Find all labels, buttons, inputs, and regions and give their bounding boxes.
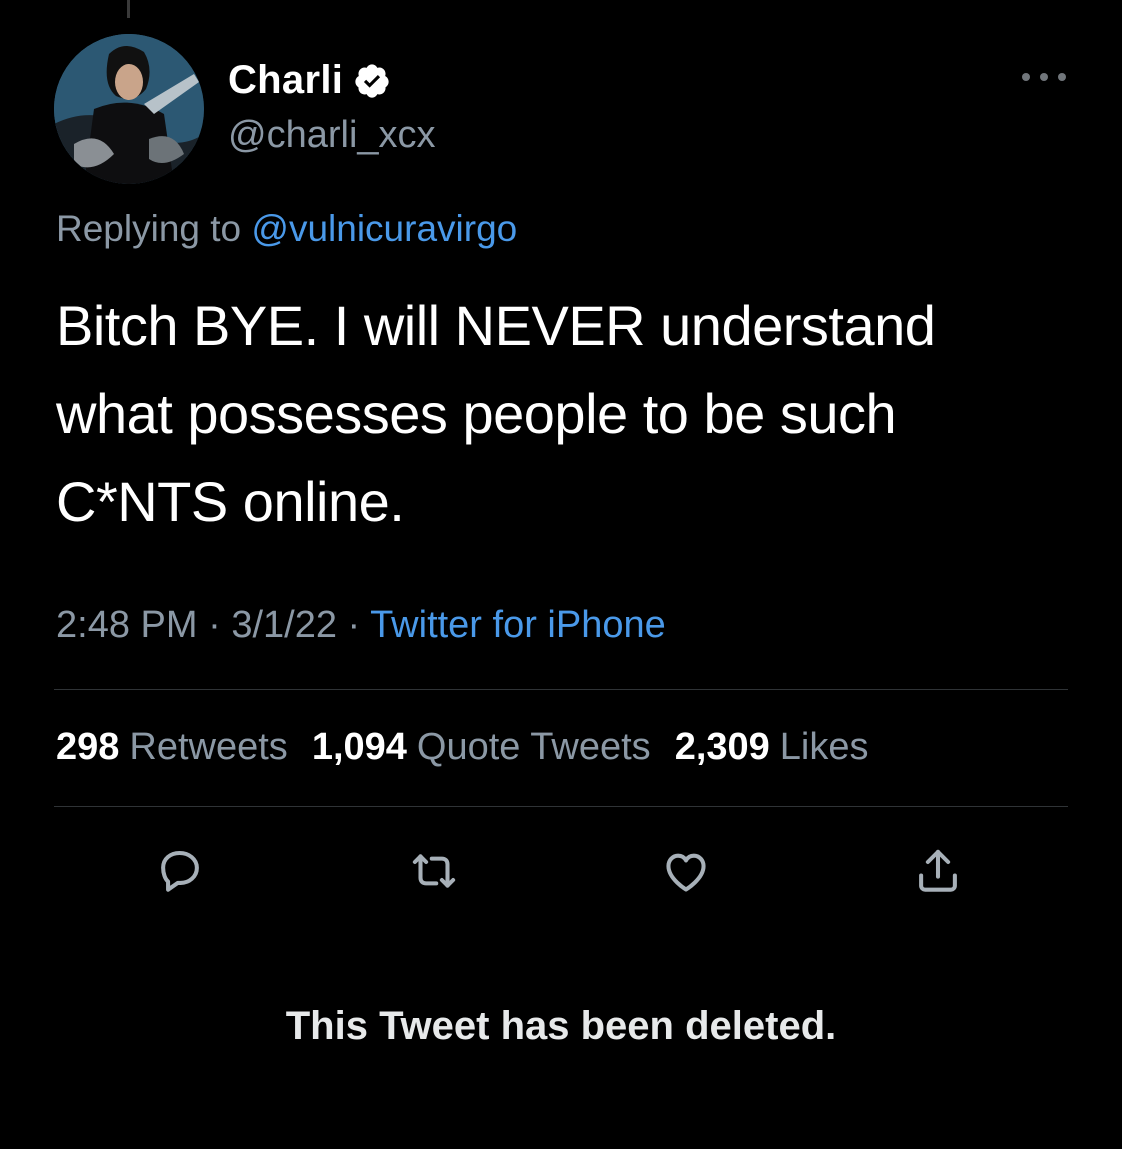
tweet-meta: 2:48 PM · 3/1/22 · Twitter for iPhone (56, 604, 666, 647)
meta-separator: · (347, 604, 361, 646)
tweet-time[interactable]: 2:48 PM (56, 604, 198, 646)
meta-separator: · (208, 604, 221, 646)
quote-tweets-stat[interactable]: 1,094 Quote Tweets (312, 726, 651, 769)
verified-badge-icon (353, 62, 391, 100)
retweets-count: 298 (56, 726, 120, 768)
tweet-body-text: Bitch BYE. I will NEVER understand what … (56, 294, 936, 533)
tweet-date[interactable]: 3/1/22 (231, 604, 337, 646)
tweet-deleted-notice: This Tweet has been deleted. (285, 1004, 837, 1048)
more-dot (1022, 73, 1030, 81)
likes-stat[interactable]: 2,309 Likes (675, 726, 869, 769)
author-display-name[interactable]: Charli (228, 58, 343, 103)
avatar-image (54, 34, 204, 184)
divider (54, 689, 1068, 690)
share-upload-icon (919, 849, 957, 892)
replying-to-prefix: Replying to (56, 208, 242, 249)
author-name-row[interactable]: Charli (228, 58, 391, 103)
quote-tweets-count: 1,094 (311, 726, 407, 768)
retweets-stat[interactable]: 298 Retweets (56, 726, 288, 769)
more-dot (1040, 73, 1048, 81)
avatar[interactable] (54, 34, 204, 184)
share-button[interactable] (910, 843, 966, 899)
quote-tweets-label: Quote Tweets (416, 726, 651, 768)
like-button[interactable] (658, 843, 714, 899)
tweet-source-link[interactable]: Twitter for iPhone (370, 604, 666, 646)
reply-bubble-icon (161, 850, 199, 892)
tweet-actions-bar (0, 843, 1122, 899)
more-dot (1058, 73, 1066, 81)
replying-to-mention[interactable]: @vulnicuravirgo (251, 208, 517, 249)
divider (54, 806, 1068, 807)
likes-label: Likes (779, 726, 869, 768)
engagement-stats: 298 Retweets 1,094 Quote Tweets 2,309 Likes (56, 726, 893, 769)
likes-count: 2,309 (674, 726, 770, 768)
thread-connector-line (127, 0, 130, 18)
retweets-label: Retweets (129, 726, 288, 768)
more-options-icon[interactable] (1022, 62, 1066, 92)
author-handle[interactable]: @charli_xcx (228, 114, 436, 157)
heart-icon (666, 853, 706, 892)
retweet-arrows-icon (412, 854, 456, 888)
replying-to-line: Replying to @vulnicuravirgo (56, 208, 517, 250)
retweet-button[interactable] (406, 843, 462, 899)
reply-button[interactable] (152, 843, 208, 899)
